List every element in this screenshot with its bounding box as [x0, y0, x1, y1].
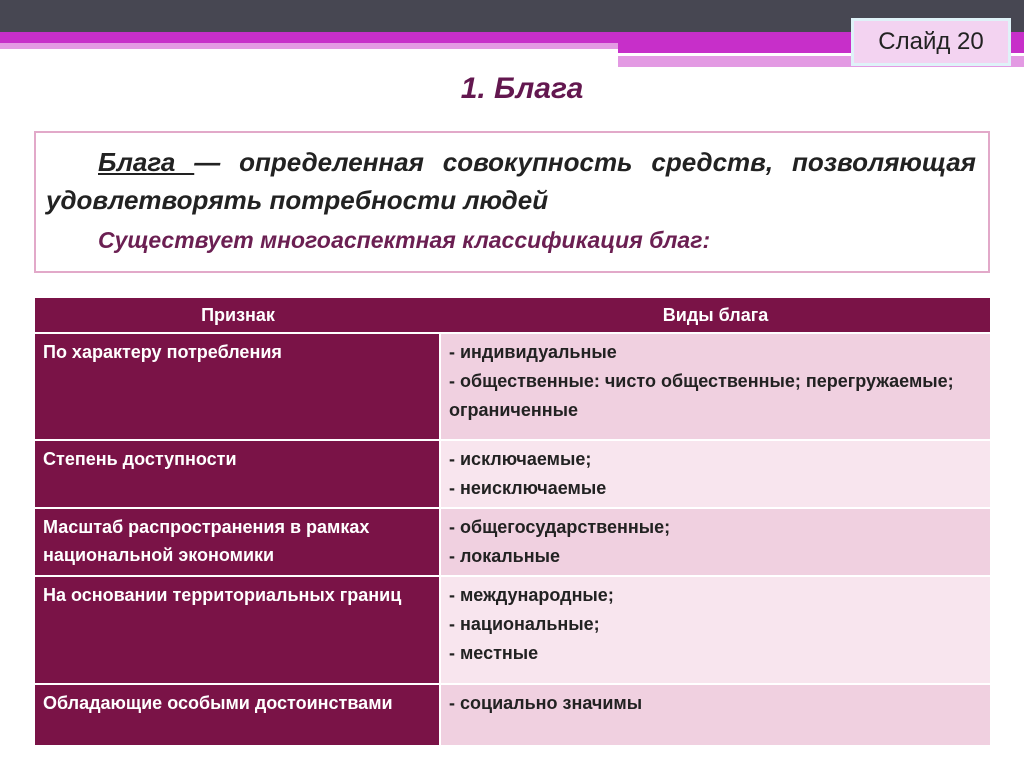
- row-types: - социально значимы: [441, 685, 990, 745]
- page-title: 1. Блага: [460, 72, 584, 105]
- header-feature: Признак: [35, 298, 441, 332]
- table-row: По характеру потребления - индивидуальные…: [35, 334, 990, 439]
- table-row: Масштаб распространения в рамках национа…: [35, 509, 990, 575]
- definition-box: Блага — определенная совокупность средст…: [34, 131, 990, 273]
- row-feature: Степень доступности: [35, 441, 441, 507]
- type-item: - общегосударственные;: [449, 517, 671, 537]
- type-item: - социально значимы: [449, 693, 643, 713]
- slide-number-badge: Слайд 20: [851, 18, 1011, 66]
- table-row: На основании территориальных границ - меж…: [35, 577, 990, 683]
- row-types: - индивидуальные - общественные: чисто об…: [441, 334, 990, 439]
- type-item: - локальные: [449, 546, 560, 566]
- table-row: Обладающие особыми достоинствами - социал…: [35, 685, 990, 745]
- type-item: - общественные: чисто общественные; пере…: [449, 371, 954, 420]
- type-item: - индивидуальные: [449, 342, 617, 362]
- definition-term: Блага: [98, 147, 195, 177]
- row-feature: По характеру потребления: [35, 334, 441, 439]
- type-item: - неисключаемые: [449, 478, 607, 498]
- pink-stripe: [0, 43, 618, 49]
- definition-text: Блага — определенная совокупность средст…: [46, 143, 976, 219]
- type-item: - международные;: [449, 585, 614, 605]
- type-item: - исключаемые;: [449, 449, 592, 469]
- row-feature: На основании территориальных границ: [35, 577, 441, 683]
- table-row: Степень доступности - исключаемые; - неиск…: [35, 441, 990, 507]
- type-item: - местные: [449, 643, 539, 663]
- type-item: - национальные;: [449, 614, 600, 634]
- row-feature: Обладающие особыми достоинствами: [35, 685, 441, 745]
- classification-note: Существует многоаспектная классификация …: [98, 227, 711, 253]
- header-types: Виды блага: [441, 298, 990, 332]
- row-feature: Масштаб распространения в рамках национа…: [35, 509, 441, 575]
- row-types: - международные; - национальные; - местные: [441, 577, 990, 683]
- classification-table: Признак Виды блага По характеру потреблен…: [35, 296, 990, 747]
- row-types: - общегосударственные; - локальные: [441, 509, 990, 575]
- row-types: - исключаемые; - неисключаемые: [441, 441, 990, 507]
